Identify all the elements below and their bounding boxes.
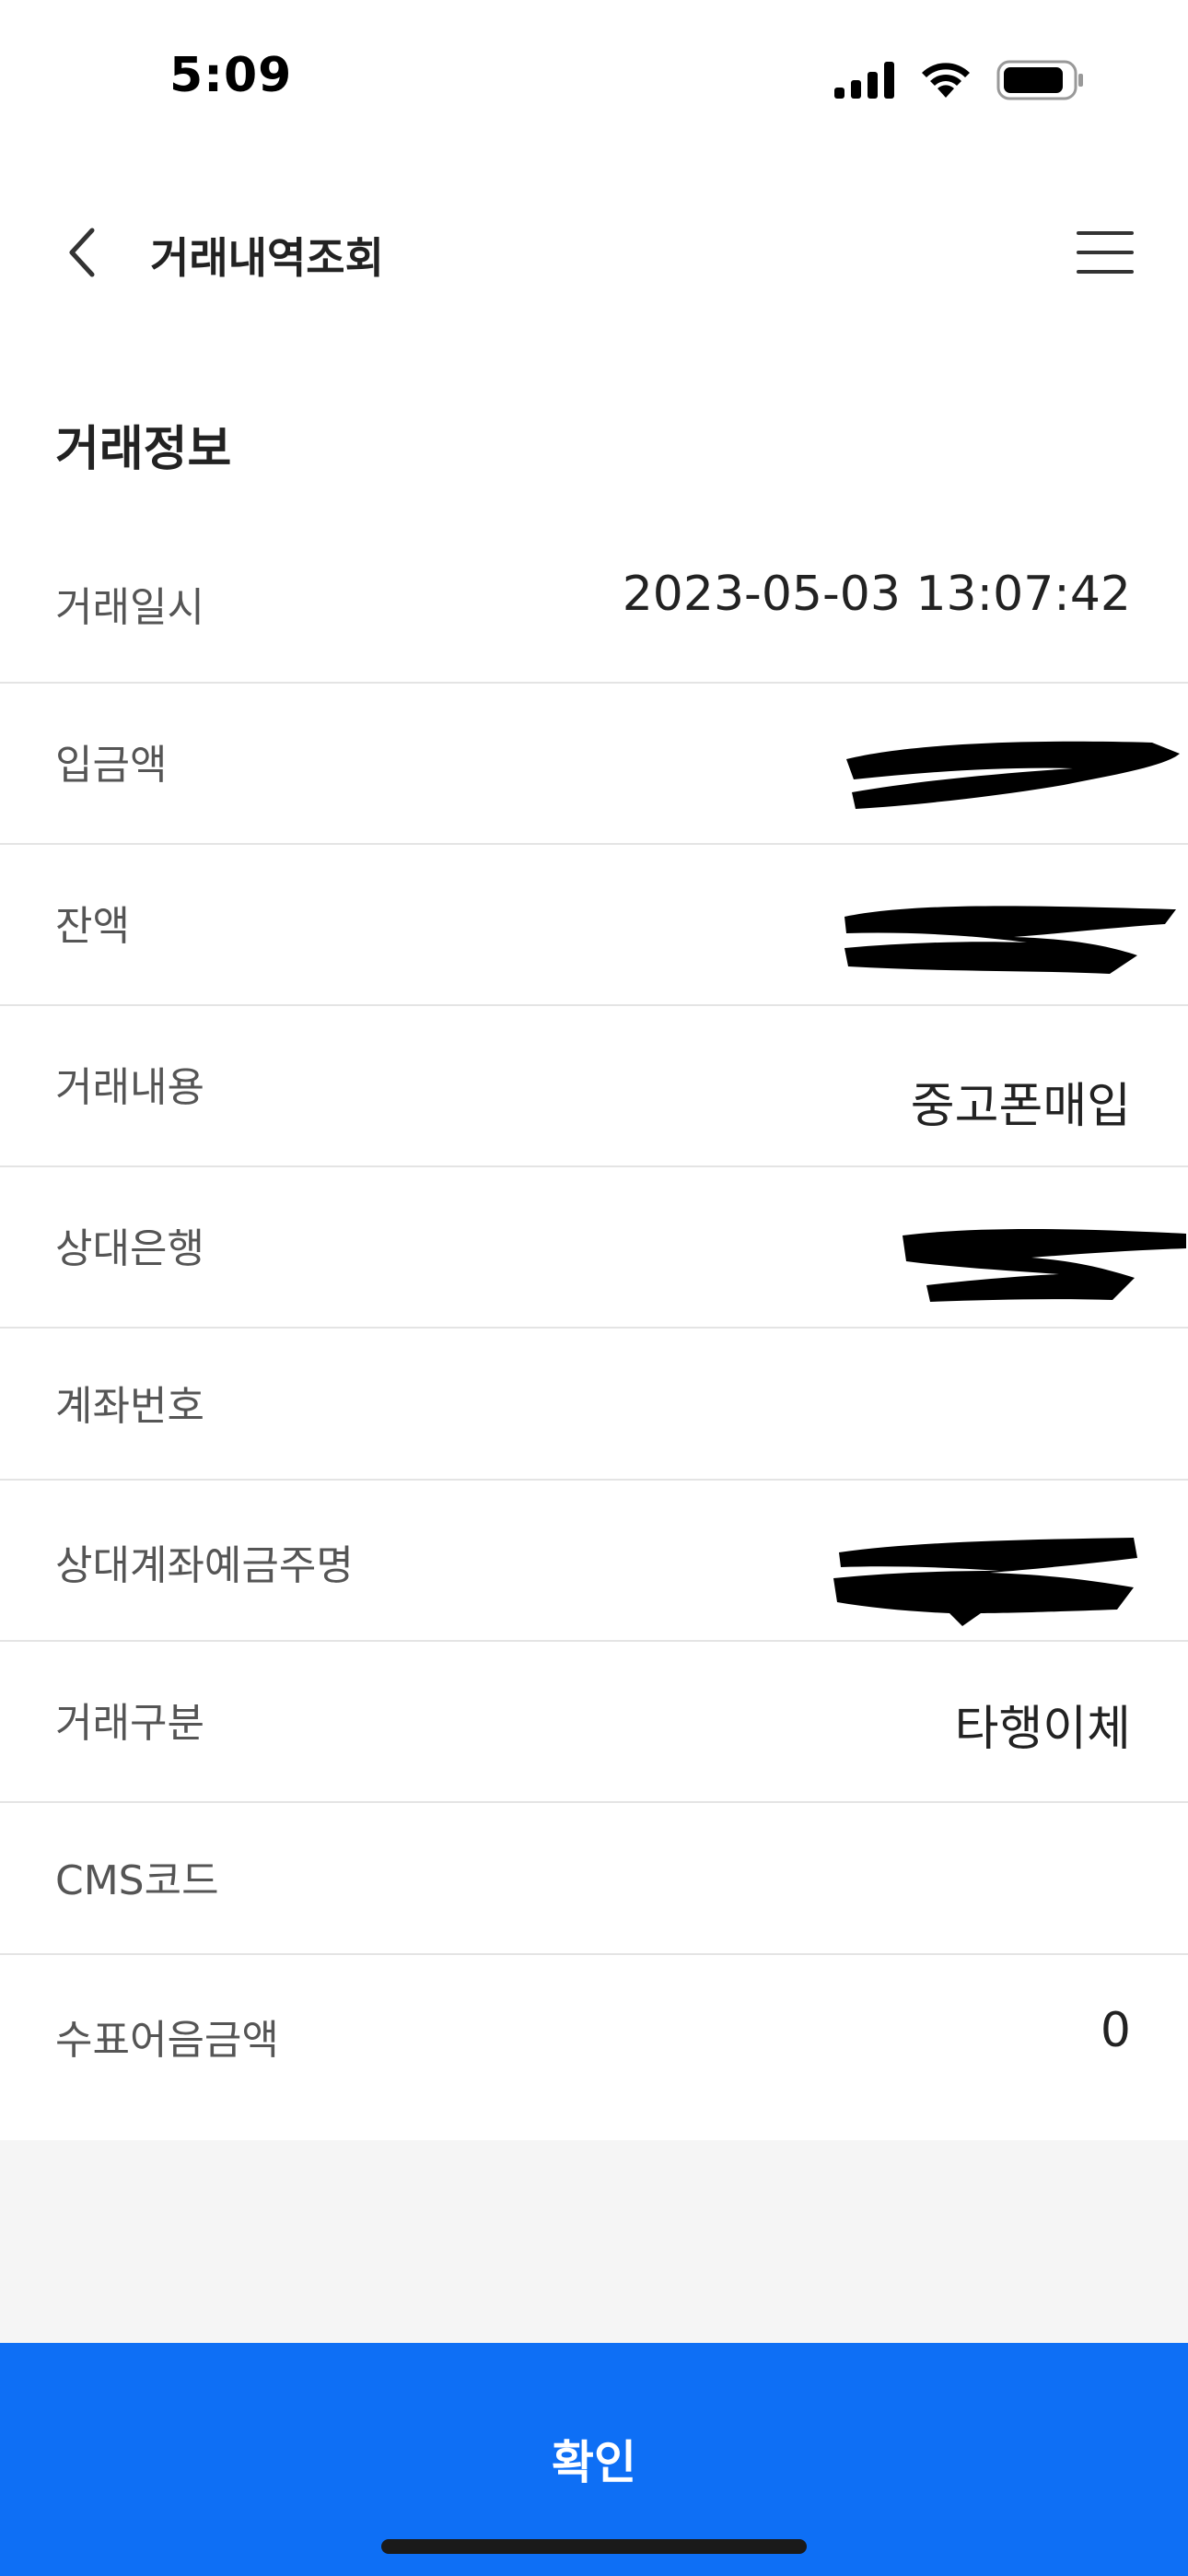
row-value: 타행이체 — [954, 1702, 1131, 1757]
home-indicator — [381, 2539, 807, 2554]
row-label: 거래구분 — [55, 1700, 204, 1747]
transaction-info-list: 거래일시 2023-05-03 13:07:42 입금액 잔액 거래내용 중고폰… — [0, 522, 1188, 2136]
redaction-mark — [903, 1229, 1186, 1302]
nav-bar: 거래내역조회 — [0, 184, 1188, 322]
info-row-counterparty-bank: 상대은행 — [0, 1167, 1188, 1329]
transaction-detail-screen: 5:09 거래내역조회 거래정보 거래일시 2023-05-03 13:07:4… — [0, 0, 1188, 2576]
battery-icon — [996, 60, 1083, 100]
info-row-transaction-type: 거래구분 타행이체 — [0, 1642, 1188, 1803]
row-label: 상대계좌예금주명 — [55, 1542, 354, 1589]
row-label: 잔액 — [55, 903, 130, 950]
row-label: CMS코드 — [55, 1857, 219, 1904]
info-row-counterparty-account-holder: 상대계좌예금주명 — [0, 1481, 1188, 1642]
section-title: 거래정보 — [55, 422, 232, 477]
row-value: 0 — [1100, 2003, 1131, 2058]
footer-spacer — [0, 2140, 1188, 2343]
row-label: 거래내용 — [55, 1064, 204, 1111]
row-label: 수표어음금액 — [55, 2017, 279, 2064]
redaction-mark — [846, 741, 1180, 809]
info-row-check-bill-amount: 수표어음금액 0 — [0, 1955, 1188, 2136]
redaction-mark — [844, 906, 1176, 974]
info-row-account-number: 계좌번호 — [0, 1329, 1188, 1481]
info-row-transaction-content: 거래내용 중고폰매입 — [0, 1006, 1188, 1167]
status-bar: 5:09 — [0, 0, 1188, 157]
cellular-signal-icon — [834, 62, 894, 99]
row-value: 중고폰매입 — [910, 1079, 1131, 1134]
row-label: 상대은행 — [55, 1225, 204, 1272]
info-row-transaction-datetime: 거래일시 2023-05-03 13:07:42 — [0, 522, 1188, 684]
row-label: 계좌번호 — [55, 1383, 204, 1430]
info-row-balance: 잔액 — [0, 845, 1188, 1006]
info-row-cms-code: CMS코드 — [0, 1803, 1188, 1955]
wifi-icon — [922, 63, 970, 98]
status-icons — [834, 57, 1085, 103]
row-label: 입금액 — [55, 742, 168, 789]
menu-button[interactable] — [1070, 217, 1140, 287]
status-time: 5:09 — [169, 48, 293, 103]
page-title: 거래내역조회 — [150, 233, 384, 283]
row-value: 2023-05-03 13:07:42 — [622, 567, 1131, 622]
chevron-left-icon — [69, 228, 95, 277]
hamburger-menu-icon — [1077, 231, 1134, 274]
redaction-mark — [833, 1538, 1137, 1626]
back-button[interactable] — [48, 217, 118, 287]
info-row-deposit-amount: 입금액 — [0, 684, 1188, 845]
row-label: 거래일시 — [55, 584, 204, 631]
